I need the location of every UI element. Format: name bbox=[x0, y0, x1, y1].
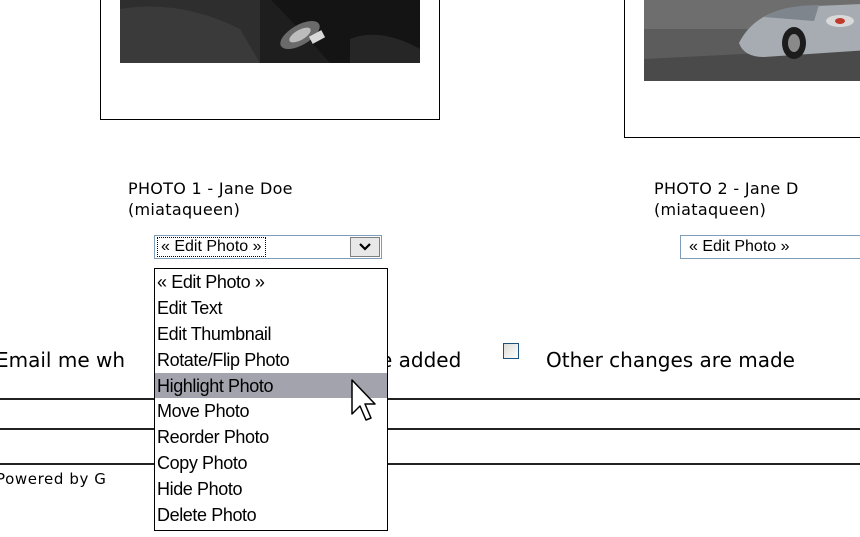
dropdown-option[interactable]: Rotate/Flip Photo bbox=[155, 347, 387, 373]
photo-1-frame bbox=[100, 0, 440, 120]
photo-1-edit-select[interactable]: « Edit Photo » bbox=[154, 235, 382, 259]
divider-1 bbox=[0, 398, 860, 400]
photo-1-select-value: « Edit Photo » bbox=[157, 237, 266, 257]
photos-added-label: e added bbox=[380, 348, 462, 372]
dropdown-option[interactable]: Delete Photo bbox=[155, 502, 387, 528]
dropdown-option[interactable]: Reorder Photo bbox=[155, 424, 387, 450]
photo-1-title: PHOTO 1 - Jane Doe bbox=[128, 179, 293, 198]
photo-2-title: PHOTO 2 - Jane D bbox=[654, 179, 799, 198]
photo-1-thumbnail[interactable] bbox=[120, 0, 420, 63]
dropdown-option[interactable]: « Edit Photo » bbox=[155, 269, 387, 295]
dropdown-option[interactable]: Edit Text bbox=[155, 295, 387, 321]
photo-2-thumbnail[interactable] bbox=[644, 0, 860, 81]
dropdown-option[interactable]: Edit Thumbnail bbox=[155, 321, 387, 347]
photo-2-owner: (miataqueen) bbox=[654, 200, 767, 219]
other-changes-checkbox[interactable] bbox=[503, 343, 519, 359]
chevron-down-icon[interactable] bbox=[350, 237, 380, 257]
photo-2-caption: PHOTO 2 - Jane D (miataqueen) bbox=[654, 178, 799, 220]
notification-row: Email me wh e added Other changes are ma… bbox=[0, 343, 860, 375]
dropdown-option[interactable]: Copy Photo bbox=[155, 450, 387, 476]
divider-2 bbox=[0, 428, 860, 430]
other-changes-label: Other changes are made bbox=[546, 348, 795, 372]
photo-2-select-value: « Edit Photo » bbox=[689, 238, 790, 255]
email-me-label: Email me wh bbox=[0, 348, 126, 372]
photo-1-owner: (miataqueen) bbox=[128, 200, 241, 219]
powered-by-text[interactable]: Powered by G bbox=[0, 470, 107, 488]
photo-1-caption: PHOTO 1 - Jane Doe (miataqueen) bbox=[128, 178, 293, 220]
photo-2-edit-select[interactable]: « Edit Photo » bbox=[680, 235, 860, 259]
dropdown-option[interactable]: Hide Photo bbox=[155, 476, 387, 502]
divider-3 bbox=[0, 463, 860, 465]
mouse-pointer-icon bbox=[350, 378, 376, 426]
photo-2-frame bbox=[624, 0, 860, 138]
